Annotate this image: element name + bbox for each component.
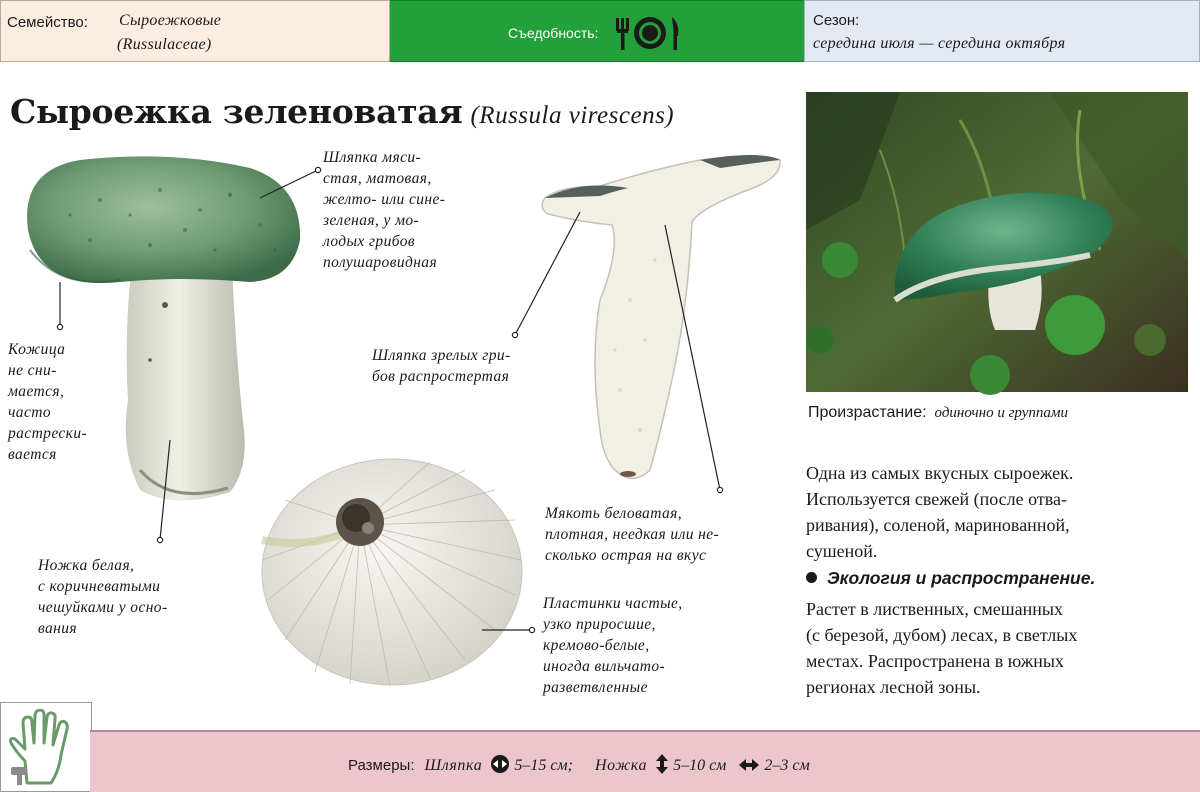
habitat-value: одиночно и группами xyxy=(934,405,1068,421)
description-text: Одна из самых вкусных сыроежек. Использу… xyxy=(806,463,1074,561)
ecology-text: Растет в лиственных, смешанных (с березо… xyxy=(806,599,1078,697)
stem-length-value: 5–10 см xyxy=(673,757,727,774)
diameter-icon xyxy=(490,754,510,779)
habitat-label: Произрастание: xyxy=(808,404,927,421)
annotation-flesh: Мякоть беловатая, плотная, неедкая или н… xyxy=(545,505,720,564)
sizes-line: Размеры: Шляпка 5–15 см; Ножка 5–10 см 2… xyxy=(348,753,810,780)
cap-size-label: Шляпка xyxy=(424,757,483,774)
annotation-mature-cap: Шляпка зрелых гри- бов распростертая xyxy=(372,347,511,385)
cross-section-illustration xyxy=(541,155,781,480)
annotation-stem: Ножка белая, с коричневатыми чешуйками у… xyxy=(38,557,168,637)
height-icon xyxy=(655,753,669,780)
ecology-heading: Экология и распространение. xyxy=(806,568,1095,589)
hand-size-icon-box xyxy=(0,702,92,792)
annotation-cap: Шляпка мяси- стая, матовая, желто- или с… xyxy=(323,149,446,271)
annotation-skin: Кожица не сни- мается, часто растрески- … xyxy=(8,341,88,463)
width-icon xyxy=(738,758,760,777)
cap-size-value: 5–15 см; xyxy=(514,757,573,774)
annotation-gills: Пластинки частые, узко приросшие, кремов… xyxy=(543,595,683,696)
bullet-icon xyxy=(806,572,817,583)
hand-icon xyxy=(5,708,87,792)
stem-size-label: Ножка xyxy=(594,757,648,774)
gills-underside-illustration xyxy=(261,458,523,687)
habitat-caption: Произрастание: одиночно и группами xyxy=(808,404,1068,422)
stem-width-value: 2–3 см xyxy=(764,757,810,774)
sizes-footer: Размеры: Шляпка 5–15 см; Ножка 5–10 см 2… xyxy=(90,730,1200,792)
sizes-label: Размеры: xyxy=(348,757,415,774)
habitat-photo xyxy=(806,92,1188,395)
